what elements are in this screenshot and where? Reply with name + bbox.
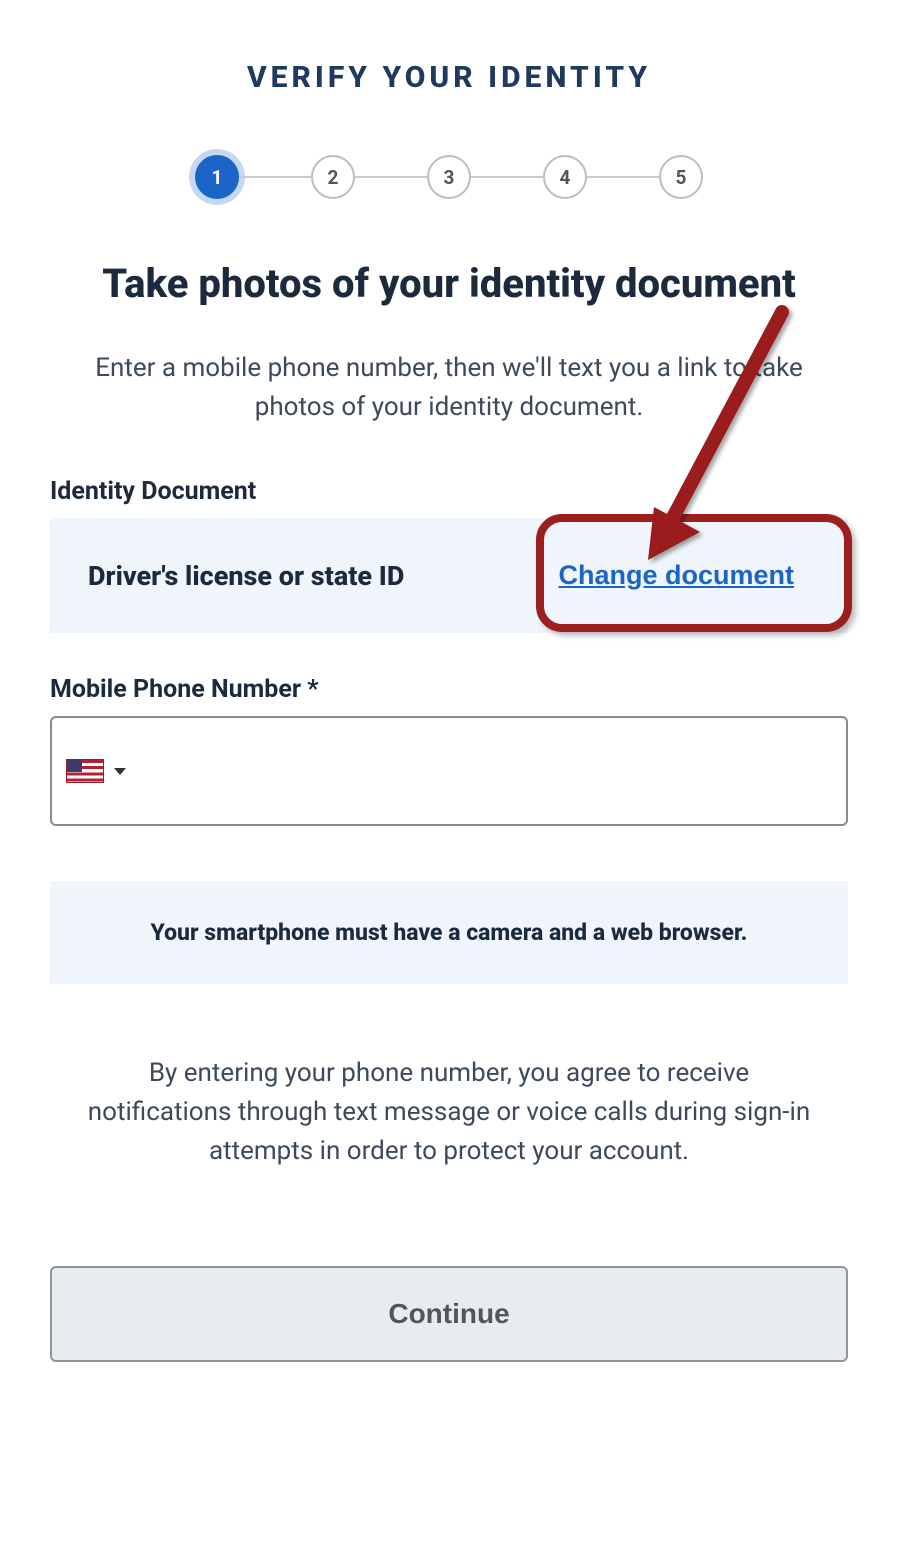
progress-stepper: 1 2 3 4 5: [50, 155, 848, 199]
country-code-select[interactable]: [66, 759, 138, 783]
chevron-down-icon: [114, 768, 126, 775]
identity-document-value: Driver's license or state ID: [88, 560, 404, 592]
section-description: Enter a mobile phone number, then we'll …: [50, 349, 848, 427]
phone-input-group[interactable]: [50, 716, 848, 826]
page-title: VERIFY YOUR IDENTITY: [50, 60, 848, 95]
change-document-link[interactable]: Change document: [542, 552, 810, 599]
us-flag-icon: [66, 759, 104, 783]
consent-text: By entering your phone number, you agree…: [50, 1054, 848, 1171]
phone-number-field[interactable]: [138, 718, 832, 824]
step-1: 1: [195, 155, 239, 199]
step-connector: [587, 176, 659, 178]
smartphone-requirement-notice: Your smartphone must have a camera and a…: [50, 881, 848, 984]
identity-document-label: Identity Document: [50, 477, 848, 506]
step-3: 3: [427, 155, 471, 199]
step-2: 2: [311, 155, 355, 199]
section-heading: Take photos of your identity document: [50, 259, 848, 309]
phone-number-label: Mobile Phone Number *: [50, 675, 848, 704]
step-connector: [355, 176, 427, 178]
identity-document-box: Driver's license or state ID Change docu…: [50, 518, 848, 633]
step-connector: [239, 176, 311, 178]
step-5: 5: [659, 155, 703, 199]
step-connector: [471, 176, 543, 178]
continue-button[interactable]: Continue: [50, 1266, 848, 1362]
step-4: 4: [543, 155, 587, 199]
